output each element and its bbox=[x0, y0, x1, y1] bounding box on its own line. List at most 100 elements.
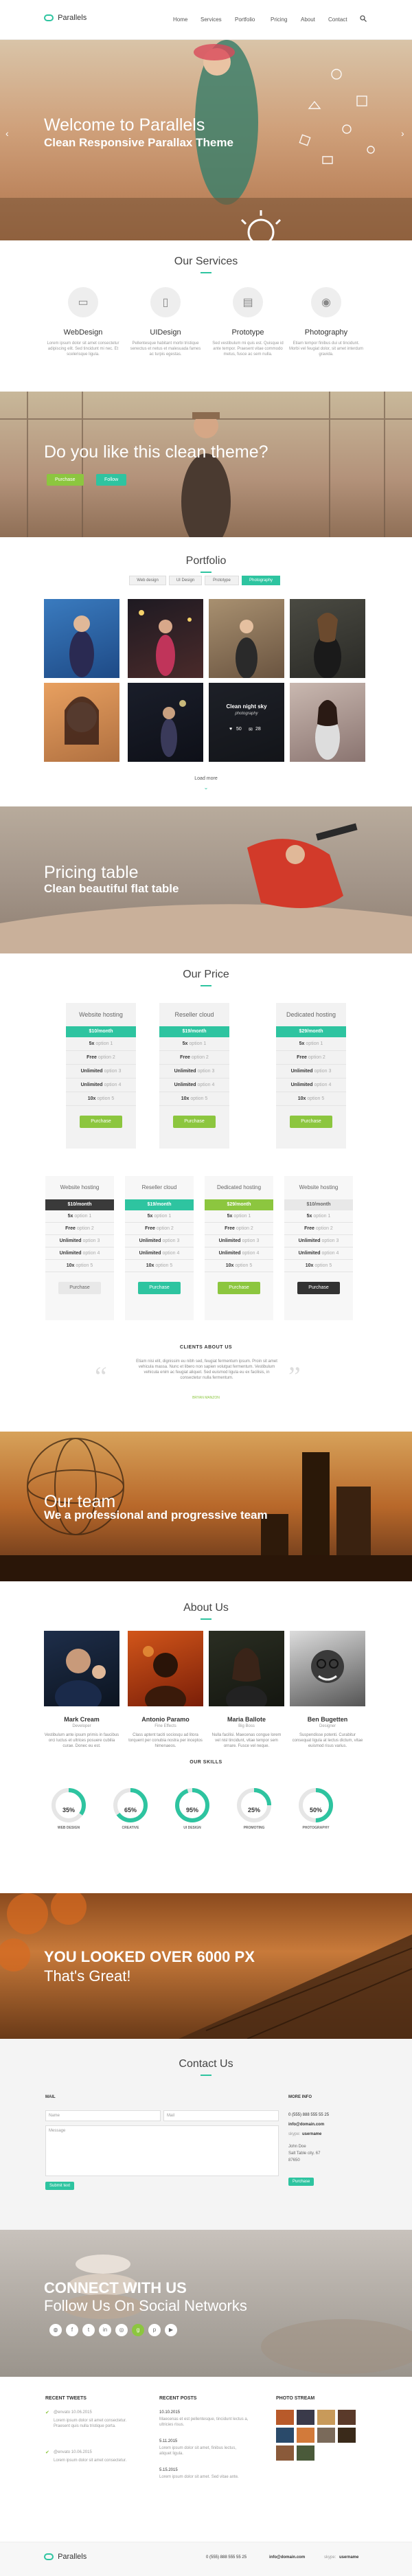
camera-icon: ◉ bbox=[311, 287, 341, 317]
twitter-icon: ✔ bbox=[45, 2450, 49, 2455]
plan-purchase-button[interactable]: Purchase bbox=[173, 1116, 216, 1128]
photo-stream bbox=[276, 2410, 358, 2462]
portfolio-item[interactable] bbox=[290, 683, 365, 762]
portfolio-item[interactable] bbox=[209, 599, 284, 678]
team-hero: Our team We a professional and progressi… bbox=[0, 1432, 412, 1581]
nav-home[interactable]: Home bbox=[173, 16, 187, 23]
member-name: Ben Bugetten bbox=[307, 1716, 348, 1723]
service-photography: ◉ Photography Etiam tempor finibus dui u… bbox=[288, 287, 364, 357]
monitor-icon: ▭ bbox=[68, 287, 98, 317]
dribbble-icon[interactable]: ◎ bbox=[115, 2324, 128, 2336]
submit-button[interactable]: Submit text bbox=[45, 2182, 75, 2190]
brand-logo[interactable]: Parallels bbox=[44, 14, 87, 22]
heart-icon[interactable]: ♥ bbox=[229, 727, 232, 732]
plan-price: $19/month bbox=[125, 1199, 194, 1210]
pricing-hero-title: Pricing table bbox=[44, 863, 139, 882]
service-desc: Lorem ipsum dolor sit amet consectetur a… bbox=[47, 341, 119, 357]
nav-about[interactable]: About bbox=[301, 16, 315, 23]
chevron-down-icon[interactable]: ⌄ bbox=[0, 784, 412, 791]
stream-photo[interactable] bbox=[317, 2410, 335, 2425]
stream-photo[interactable] bbox=[338, 2410, 356, 2425]
plan-purchase-button[interactable]: Purchase bbox=[297, 1282, 340, 1294]
plan-purchase-button[interactable]: Purchase bbox=[138, 1282, 181, 1294]
hero-subtitle: Clean Responsive Parallax Theme bbox=[44, 136, 233, 149]
google-icon[interactable]: g bbox=[132, 2324, 144, 2336]
name-input[interactable]: Name bbox=[45, 2110, 161, 2121]
plan-feature: Unlimited option 4 bbox=[159, 1078, 229, 1092]
footer-email[interactable]: info@domain.com bbox=[269, 2555, 305, 2560]
cta-follow-button[interactable]: Follow bbox=[96, 474, 127, 486]
team-member: Ben Bugetten Designer Suspendisse potent… bbox=[290, 1631, 365, 1749]
cta-purchase-button[interactable]: Purchase bbox=[47, 474, 84, 486]
plan-name: Website hosting bbox=[299, 1184, 339, 1190]
skill-gauge: 65% CREATIVE bbox=[106, 1786, 155, 1830]
member-role: Fine Effects bbox=[154, 1724, 176, 1728]
portfolio-item[interactable] bbox=[44, 683, 119, 762]
plan-feature: 5x option 1 bbox=[276, 1037, 346, 1051]
nav-portfolio[interactable]: Portfolio bbox=[235, 16, 255, 23]
globe-icon[interactable]: ◍ bbox=[49, 2324, 62, 2336]
member-photo bbox=[128, 1631, 203, 1706]
stream-photo[interactable] bbox=[297, 2445, 314, 2461]
portfolio-item[interactable] bbox=[290, 599, 365, 678]
search-icon[interactable] bbox=[360, 15, 367, 22]
post-text[interactable]: Lorem ipsum dolor sit amet. Sed vitae an… bbox=[159, 2474, 249, 2480]
tab-photography[interactable]: Photography bbox=[242, 576, 280, 585]
tweet-text: Lorem ipsum dolor sit amet consectetur. … bbox=[54, 2419, 127, 2428]
stream-photo[interactable] bbox=[317, 2428, 335, 2443]
hero-next-arrow[interactable]: › bbox=[401, 128, 404, 139]
pinterest-icon[interactable]: p bbox=[148, 2324, 161, 2336]
plan-purchase-button[interactable]: Purchase bbox=[290, 1116, 332, 1128]
plan-feature: Free option 2 bbox=[205, 1223, 273, 1235]
load-more-button[interactable]: Load more bbox=[0, 776, 412, 781]
mail-input[interactable]: Mail bbox=[163, 2110, 279, 2121]
pricing-column: Dedicated hosting $29/month 5x option 1 Fr… bbox=[205, 1176, 273, 1320]
contact-skype: username bbox=[302, 2132, 322, 2136]
message-textarea[interactable]: Message bbox=[45, 2125, 279, 2176]
stream-photo[interactable] bbox=[297, 2410, 314, 2425]
stream-photo[interactable] bbox=[338, 2428, 356, 2443]
tab-web-design[interactable]: Web design bbox=[129, 576, 166, 585]
plan-feature: Free option 2 bbox=[284, 1223, 353, 1235]
skill-label: CREATIVE bbox=[122, 1826, 139, 1830]
plan-feature: 5x option 1 bbox=[205, 1210, 273, 1223]
portfolio-item-overlay[interactable]: Clean night sky photography ♥ 50 ✉ 28 bbox=[209, 683, 284, 762]
stream-photo[interactable] bbox=[276, 2445, 294, 2461]
phone-icon: ▯ bbox=[150, 287, 181, 317]
skill-ring bbox=[52, 1788, 86, 1822]
portfolio-item[interactable] bbox=[44, 599, 119, 678]
post-text[interactable]: Maecenas et est pellentesque, tincidunt … bbox=[159, 2417, 249, 2428]
plan-name: Website hosting bbox=[60, 1184, 100, 1190]
linkedin-icon[interactable]: in bbox=[99, 2324, 111, 2336]
plan-purchase-button[interactable]: Purchase bbox=[58, 1282, 101, 1294]
nav-pricing[interactable]: Pricing bbox=[271, 16, 287, 23]
pricing-hero-subtitle: Clean beautiful flat table bbox=[44, 882, 179, 895]
portfolio-item[interactable] bbox=[128, 599, 203, 678]
contact-purchase-button[interactable]: Purchase bbox=[288, 2178, 314, 2186]
stream-photo[interactable] bbox=[276, 2428, 294, 2443]
youtube-icon[interactable]: ▶ bbox=[165, 2324, 177, 2336]
contact-email[interactable]: info@domain.com bbox=[288, 2123, 324, 2127]
tab-ui-design[interactable]: UI Design bbox=[169, 576, 202, 585]
tab-prototype[interactable]: Prototype bbox=[205, 576, 239, 585]
nav-services[interactable]: Services bbox=[201, 16, 222, 23]
plan-name: Dedicated hosting bbox=[216, 1184, 262, 1190]
plan-feature: Unlimited option 4 bbox=[66, 1078, 136, 1092]
stream-photo[interactable] bbox=[297, 2428, 314, 2443]
facebook-icon[interactable]: f bbox=[66, 2324, 78, 2336]
portfolio-item[interactable] bbox=[128, 683, 203, 762]
hero-prev-arrow[interactable]: ‹ bbox=[5, 128, 9, 139]
contact-phone: 0 (555) 888 555 55 25 bbox=[288, 2113, 330, 2117]
stream-photo[interactable] bbox=[276, 2410, 294, 2425]
skill-ring bbox=[237, 1788, 271, 1822]
pricing-column: Reseller cloud $19/month 5x option 1 Free … bbox=[125, 1176, 194, 1320]
comment-icon[interactable]: ✉ bbox=[249, 727, 253, 732]
footer-logo[interactable]: Parallels bbox=[44, 2553, 87, 2561]
posts-title: RECENT POSTS bbox=[159, 2396, 197, 2401]
clients-title: CLIENTS ABOUT US bbox=[179, 1345, 233, 1350]
plan-purchase-button[interactable]: Purchase bbox=[80, 1116, 122, 1128]
twitter-icon[interactable]: t bbox=[82, 2324, 95, 2336]
post-text[interactable]: Lorem ipsum dolor sit amet, finibus lect… bbox=[159, 2445, 249, 2456]
nav-contact[interactable]: Contact bbox=[328, 16, 347, 23]
plan-purchase-button[interactable]: Purchase bbox=[218, 1282, 260, 1294]
